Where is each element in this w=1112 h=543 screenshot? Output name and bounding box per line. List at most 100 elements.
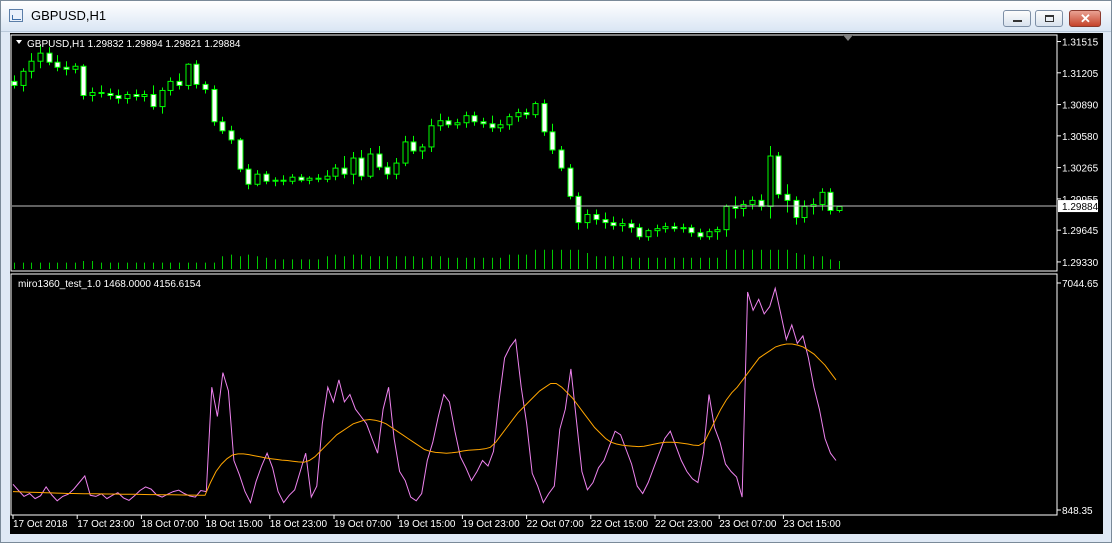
candle-body — [141, 94, 148, 98]
price-tick-label: 1.30580 — [1062, 132, 1099, 143]
candle-body — [775, 155, 782, 195]
time-axis: 17 Oct 2018 17 Oct 23:00 18 Oct 07:00 18 Oc… — [12, 515, 841, 530]
time-tick-label: 19 Oct 23:00 — [462, 519, 520, 530]
candle-body — [211, 88, 218, 123]
candle-body — [289, 176, 296, 182]
candle-body — [20, 70, 27, 86]
current-price-line: 1.29884 — [12, 200, 1099, 213]
candle-body — [376, 153, 383, 168]
candle-body — [515, 112, 522, 118]
candle-body — [619, 223, 626, 227]
candle-body — [384, 166, 391, 175]
candle-body — [532, 103, 539, 116]
candle-body — [72, 65, 79, 70]
candle-body — [610, 222, 617, 227]
candle-body — [602, 219, 609, 224]
candle-body — [749, 199, 756, 205]
candle-body — [367, 153, 374, 177]
time-tick-label: 22 Oct 23:00 — [655, 519, 713, 530]
candle-body — [628, 223, 635, 229]
candle-body — [497, 124, 504, 129]
candle-body — [11, 80, 18, 86]
candle-body — [402, 141, 409, 164]
candle-body — [654, 228, 661, 232]
candle-body — [237, 139, 244, 170]
candle-body — [567, 167, 574, 197]
candle-body — [541, 103, 548, 133]
candle-body — [358, 157, 365, 177]
price-tick-label: 1.30265 — [1062, 164, 1099, 175]
candle-body — [272, 179, 279, 182]
candle-body — [758, 199, 765, 207]
candle-body — [445, 120, 452, 126]
price-panel-border — [10, 34, 1058, 272]
indicator-axis: 7044.65 848.35 — [1057, 279, 1099, 517]
maximize-button[interactable] — [1035, 10, 1063, 27]
candle-body — [506, 116, 513, 126]
symbol-info-label: GBPUSD,H1 1.29832 1.29894 1.29821 1.2988… — [27, 39, 241, 50]
candle-body — [28, 60, 35, 72]
time-tick-label: 18 Oct 23:00 — [270, 519, 328, 530]
candle-body — [480, 121, 487, 125]
candle-body — [463, 115, 470, 124]
candle-body — [280, 179, 287, 182]
indicator-series-line — [12, 286, 837, 505]
candle-body — [793, 199, 800, 219]
candle-body — [306, 177, 313, 181]
candle-body — [341, 167, 348, 175]
chart-window-icon — [9, 9, 23, 22]
candle-body — [584, 214, 591, 224]
indicator-lines — [12, 286, 837, 505]
candle-body — [454, 122, 461, 126]
chart-area[interactable]: 1.29884 1.31515 1.31205 1.30890 1.30580 1.30… — [10, 33, 1103, 534]
candle-body — [393, 162, 400, 175]
indicator-average-line — [12, 343, 837, 496]
time-tick-label: 22 Oct 07:00 — [527, 519, 585, 530]
price-tick-label: 1.29330 — [1062, 258, 1099, 269]
candle-body — [471, 115, 478, 123]
candle-body — [202, 83, 209, 90]
candle-body — [298, 176, 305, 181]
candle-body — [636, 227, 643, 238]
minimize-button[interactable] — [1003, 10, 1031, 27]
candle-body — [150, 94, 157, 108]
indicator-panel-border — [10, 273, 1058, 516]
candle-body — [428, 125, 435, 148]
minimize-icon — [1013, 20, 1022, 22]
candle-body — [784, 193, 791, 201]
candles — [11, 45, 843, 241]
candle-body — [350, 157, 357, 175]
candle-body — [819, 191, 826, 205]
chart-svg[interactable]: 1.29884 1.31515 1.31205 1.30890 1.30580 1.30… — [10, 33, 1103, 534]
candle-body — [558, 149, 565, 169]
candle-body — [98, 91, 105, 94]
candle-body — [706, 231, 713, 238]
symbol-dropdown-icon[interactable] — [16, 40, 22, 44]
chart-shift-marker[interactable] — [843, 35, 853, 41]
price-axis: 1.31515 1.31205 1.30890 1.30580 1.30265 1.299… — [1057, 38, 1099, 269]
time-tick-label: 22 Oct 15:00 — [591, 519, 649, 530]
price-tick-label: 1.31205 — [1062, 69, 1099, 80]
candle-body — [159, 89, 166, 108]
candle-body — [575, 195, 582, 224]
time-tick-label: 18 Oct 15:00 — [206, 519, 264, 530]
indicator-info-label: miro1360_test_1.0 1468.0000 4156.6154 — [18, 279, 201, 290]
candle-body — [193, 63, 200, 85]
candle-body — [419, 146, 426, 152]
candle-body — [176, 80, 183, 86]
candle-body — [645, 230, 652, 238]
maximize-icon — [1045, 15, 1054, 22]
time-tick-label: 17 Oct 23:00 — [77, 519, 135, 530]
title-bar[interactable]: GBPUSD,H1 ✕ — [1, 1, 1111, 32]
candle-body — [54, 61, 61, 68]
candle-body — [714, 229, 721, 233]
close-button[interactable]: ✕ — [1069, 10, 1101, 27]
close-icon: ✕ — [1080, 11, 1091, 26]
candle-body — [827, 191, 834, 211]
candle-body — [107, 92, 114, 97]
candle-body — [671, 226, 678, 230]
candle-body — [133, 94, 140, 98]
candle-body — [115, 95, 122, 100]
time-tick-label: 23 Oct 07:00 — [719, 519, 777, 530]
time-tick-label: 18 Oct 07:00 — [141, 519, 199, 530]
